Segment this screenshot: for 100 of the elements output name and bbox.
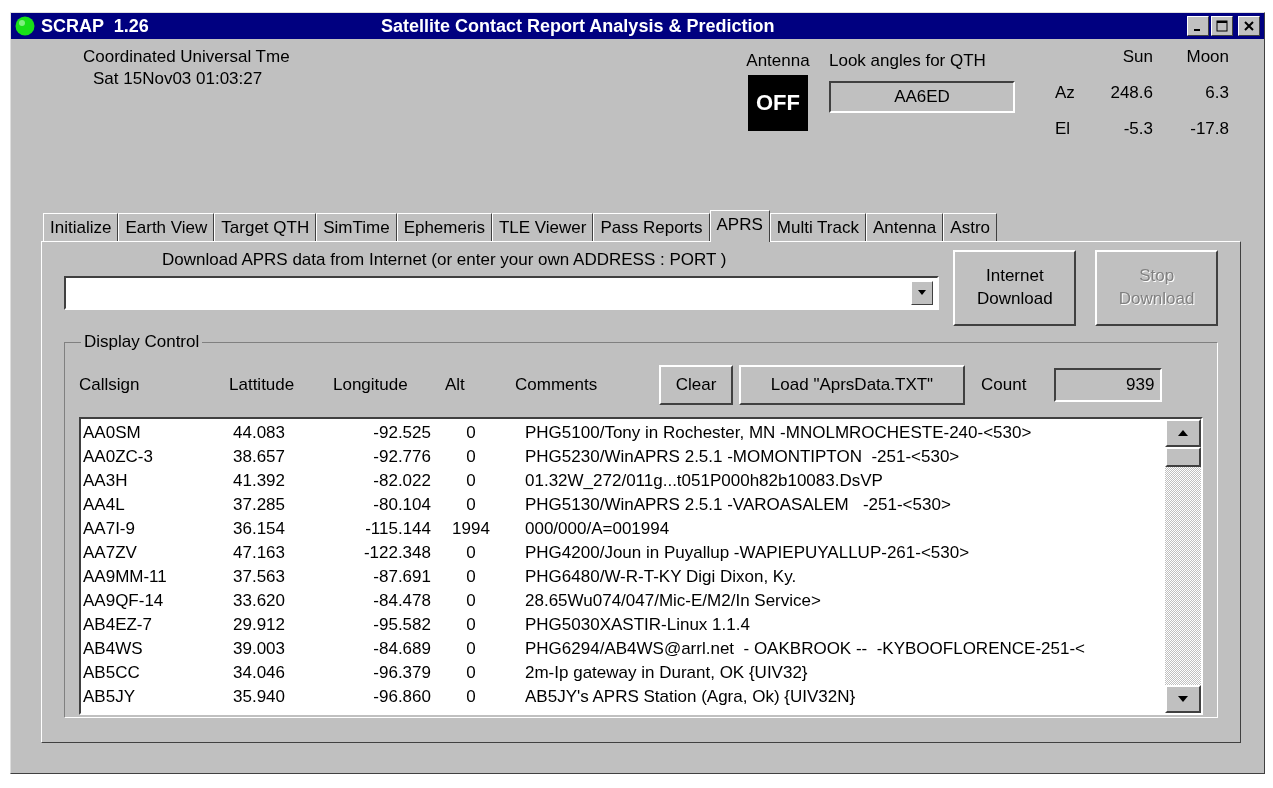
comment-cell-text: PHG6294/AB4WS@arrl.net - OAKBROOK -- -KYBOOFLORENCE-251-< bbox=[524, 639, 1086, 659]
sun-value: -5.3 bbox=[1122, 119, 1153, 139]
comment-cell-text: AB5JY's APRS Station (Agra, Ok) {UIV32N} bbox=[524, 687, 857, 707]
tab[interactable]: APRS bbox=[709, 210, 770, 242]
altitude-cell-text: 0 bbox=[465, 543, 477, 563]
download-label: Download APRS data from Internet (or enter your own ADDRESS : PORT ) bbox=[161, 250, 728, 270]
latitude-cell-text: 34.046 bbox=[233, 663, 286, 683]
tab[interactable]: Multi Track bbox=[769, 213, 866, 241]
count-label: Count bbox=[981, 375, 1027, 395]
tab[interactable]: Earth View bbox=[118, 213, 215, 241]
maximize-button[interactable] bbox=[1211, 16, 1233, 36]
altitude-cell-text: 0 bbox=[465, 423, 477, 443]
column-header: Moon bbox=[1185, 47, 1229, 67]
tab[interactable]: Astro bbox=[943, 213, 997, 241]
app-name: SCRAP 1.26 bbox=[41, 15, 150, 37]
antenna-label: Antenna bbox=[746, 51, 810, 71]
count-field: 939 bbox=[1054, 368, 1163, 402]
tab[interactable]: Ephemeris bbox=[396, 213, 492, 241]
latitude-cell-text: 35.940 bbox=[233, 687, 286, 707]
longitude-cell-text: -115.144 bbox=[364, 519, 431, 539]
longitude-cell-text: -96.860 bbox=[372, 687, 431, 707]
tab[interactable]: Target QTH bbox=[214, 213, 317, 241]
callsign-cell-text: AB5CC bbox=[83, 663, 141, 683]
maximize-icon bbox=[1216, 20, 1228, 32]
altitude-cell-text: 0 bbox=[465, 567, 477, 587]
altitude-cell-text: 0 bbox=[465, 663, 477, 683]
latitude-cell-text: 37.285 bbox=[233, 495, 286, 515]
clear-button[interactable]: Clear bbox=[659, 365, 733, 405]
altitude-cell-text: 0 bbox=[465, 447, 477, 467]
scroll-down-icon[interactable] bbox=[1165, 685, 1201, 713]
row-label: Az bbox=[1055, 83, 1076, 103]
callsign-cell-text: AA7I-9 bbox=[83, 519, 136, 539]
callsign-cell-text: AA9MM-11 bbox=[83, 567, 168, 587]
scrollbar[interactable] bbox=[1165, 419, 1201, 713]
column-header: Sun bbox=[1121, 47, 1153, 67]
look-angles-label: Look angles for QTH bbox=[829, 51, 987, 71]
longitude-cell-text: -96.379 bbox=[372, 663, 431, 683]
callsign-cell-text: AB4EZ-7 bbox=[83, 615, 153, 635]
altitude-cell-text: 0 bbox=[465, 639, 477, 659]
latitude-cell-text: 47.163 bbox=[233, 543, 286, 563]
longitude-cell-text: -122.348 bbox=[362, 543, 431, 563]
latitude-cell-text: 39.003 bbox=[233, 639, 286, 659]
callsign-cell-text: AA9QF-14 bbox=[83, 591, 165, 611]
tab[interactable]: Antenna bbox=[866, 213, 944, 241]
callsign-cell-text: AA7ZV bbox=[83, 543, 138, 563]
clock-time: Sat 15Nov03 01:03:27 bbox=[92, 69, 264, 89]
longitude-cell-text: -92.525 bbox=[372, 423, 431, 443]
callsign-cell-text: AA0ZC-3 bbox=[83, 447, 154, 467]
latitude-cell-text: 29.912 bbox=[233, 615, 286, 635]
comment-cell-text: 000/000/A=001994 bbox=[524, 519, 671, 539]
latitude-cell-text: 33.620 bbox=[233, 591, 286, 611]
column-header: Callsign bbox=[79, 375, 141, 395]
comment-cell-text: PHG5030XASTIR-Linux 1.1.4 bbox=[524, 615, 751, 635]
longitude-cell-text: -95.582 bbox=[372, 615, 431, 635]
latitude-cell-text: 36.154 bbox=[233, 519, 286, 539]
comment-cell-text: PHG5230/WinAPRS 2.5.1 -MOMONTIPTON -251-<530> bbox=[524, 447, 961, 467]
moon-value: -17.8 bbox=[1189, 119, 1229, 139]
satellite-app-icon bbox=[15, 16, 35, 36]
tab[interactable]: TLE Viewer bbox=[491, 213, 594, 241]
column-header: Alt bbox=[445, 375, 466, 395]
scroll-thumb[interactable] bbox=[1165, 447, 1201, 467]
callsign-cell-text: AA4L bbox=[83, 495, 126, 515]
latitude-cell-text: 44.083 bbox=[233, 423, 286, 443]
qth-field: AA6ED bbox=[829, 81, 1015, 113]
scroll-up-icon[interactable] bbox=[1165, 419, 1201, 447]
load-button[interactable]: Load "AprsData.TXT" bbox=[739, 365, 965, 405]
close-icon bbox=[1244, 21, 1254, 31]
dropdown-icon[interactable] bbox=[911, 281, 934, 305]
altitude-cell-text: 0 bbox=[465, 591, 477, 611]
comment-cell-text: 28.65Wu074/047/Mic-E/M2/In Service> bbox=[524, 591, 822, 611]
latitude-cell-text: 41.392 bbox=[233, 471, 286, 491]
longitude-cell-text: -87.691 bbox=[372, 567, 431, 587]
longitude-cell-text: -82.022 bbox=[372, 471, 431, 491]
altitude-cell-text: 0 bbox=[465, 495, 477, 515]
altitude-cell-text: 1994 bbox=[451, 519, 491, 539]
comment-cell-text: PHG5100/Tony in Rochester, MN -MNOLMROCHESTE-240-<530> bbox=[524, 423, 1033, 443]
download-button[interactable]: Internet Download bbox=[953, 250, 1077, 326]
tab[interactable]: SimTime bbox=[316, 213, 397, 241]
antenna-status: OFF bbox=[748, 75, 808, 131]
altitude-cell-text: 0 bbox=[465, 615, 477, 635]
row-label: El bbox=[1055, 119, 1072, 139]
comment-cell-text: PHG5130/WinAPRS 2.5.1 -VAROASALEM -251-<530> bbox=[524, 495, 952, 515]
callsign-cell-text: AA3H bbox=[83, 471, 129, 491]
callsign-cell-text: AB4WS bbox=[83, 639, 144, 659]
minimize-button[interactable] bbox=[1187, 16, 1209, 36]
tab[interactable]: Pass Reports bbox=[593, 213, 710, 241]
close-button[interactable] bbox=[1238, 16, 1260, 36]
callsign-cell-text: AB5JY bbox=[83, 687, 136, 707]
column-header: Lattitude bbox=[229, 375, 296, 395]
column-header: Longitude bbox=[333, 375, 409, 395]
longitude-cell-text: -84.689 bbox=[372, 639, 431, 659]
altitude-cell-text: 0 bbox=[465, 471, 477, 491]
group-title: Display Control bbox=[81, 332, 203, 352]
comment-cell-text: PHG4200/Joun in Puyallup -WAPIEPUYALLUP-261-<530> bbox=[524, 543, 971, 563]
moon-value: 6.3 bbox=[1204, 83, 1229, 103]
address-combo-box[interactable] bbox=[64, 276, 940, 310]
tab[interactable]: Initialize bbox=[43, 213, 119, 241]
clock-label: Coordinated Universal Tme bbox=[83, 47, 291, 67]
comment-cell-text: PHG6480/W-R-T-KY Digi Dixon, Ky. bbox=[524, 567, 798, 587]
latitude-cell-text: 38.657 bbox=[233, 447, 286, 467]
